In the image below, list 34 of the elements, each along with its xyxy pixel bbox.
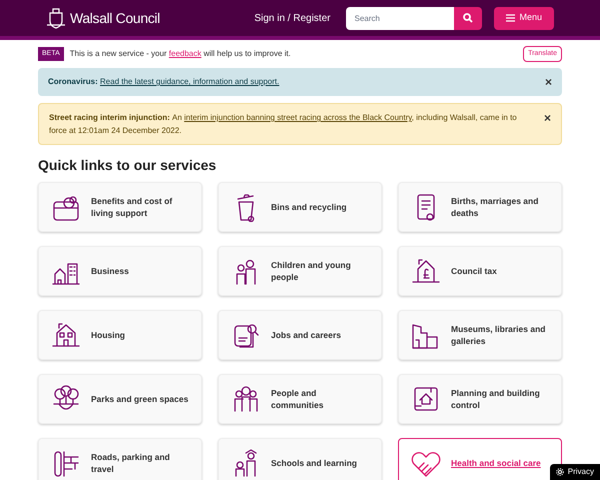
logo-text[interactable]: Walsall Council — [70, 8, 160, 28]
alert-message: Street racing interim injunction: An interim injunction banning street racing across the Black Country, including Walsall, came in to force at 12:01am 24 December 2022. — [49, 112, 518, 137]
service-card[interactable]: Council tax — [398, 246, 562, 296]
service-card[interactable]: Health and social care — [398, 438, 562, 480]
section-heading: Quick links to our services — [38, 156, 218, 174]
crest-icon — [46, 7, 66, 29]
service-card[interactable]: Planning and building control — [398, 374, 562, 424]
service-card[interactable]: Children and young people — [218, 246, 382, 296]
search-button[interactable] — [454, 6, 482, 30]
service-card[interactable]: Parks and green spaces — [38, 374, 202, 424]
service-card[interactable]: Bins and recycling — [218, 182, 382, 232]
alert-message: Coronavirus: Read the latest guidance, information and support. — [48, 76, 280, 88]
service-card[interactable]: People and communities — [218, 374, 382, 424]
service-card[interactable]: Births, marriages and deaths — [398, 182, 562, 232]
service-card[interactable]: Jobs and careers — [218, 310, 382, 360]
close-button[interactable]: × — [544, 111, 551, 125]
service-card[interactable]: Museums, libraries and galleries — [398, 310, 562, 360]
search-field[interactable]: Search — [346, 6, 454, 30]
service-card[interactable]: Schools and learning — [218, 438, 382, 480]
alert-link[interactable]: interim injunction banning street racing across the Black Country — [184, 113, 412, 122]
menu-button[interactable]: Menu — [494, 6, 554, 30]
sign-in-link[interactable]: Sign in / Register — [254, 10, 330, 26]
service-card[interactable]: Roads, parking and travel — [38, 438, 202, 480]
service-card[interactable]: Business — [38, 246, 202, 296]
service-card[interactable]: Benefits and cost of living support — [38, 182, 202, 232]
search-icon — [463, 13, 474, 23]
settings-icon — [556, 468, 564, 476]
menu-icon — [506, 14, 516, 22]
privacy-button[interactable]: Privacy — [550, 464, 600, 480]
beta-message: This is a new service - your feedback will help us to improve it. — [70, 48, 291, 60]
close-button[interactable]: × — [544, 75, 552, 89]
alert-link[interactable]: Read the latest guidance, information and support. — [100, 77, 280, 86]
feedback-link[interactable]: feedback — [168, 49, 202, 58]
service-card[interactable]: Housing — [38, 310, 202, 360]
